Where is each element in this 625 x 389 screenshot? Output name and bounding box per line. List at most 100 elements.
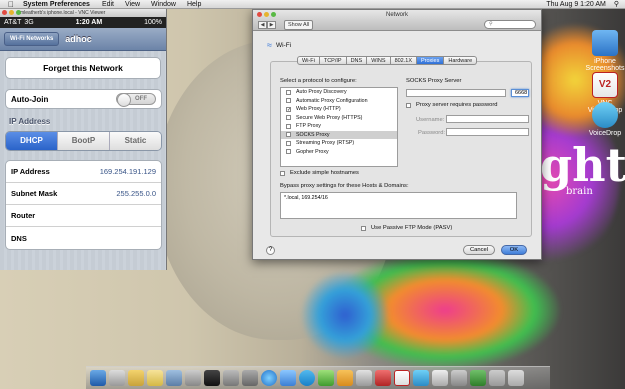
app-icon[interactable]	[375, 370, 391, 386]
forget-network-button[interactable]: Forget this Network	[5, 57, 161, 79]
minimize-button[interactable]	[9, 10, 14, 15]
checkbox[interactable]	[361, 225, 366, 231]
menubar-clock[interactable]: Thu Aug 9 1:20 AM	[546, 0, 606, 9]
checkbox-checked[interactable]	[286, 106, 291, 112]
spotlight-icon[interactable]: ⚲	[614, 0, 619, 9]
list-item[interactable]: Streaming Proxy (RTSP)	[281, 139, 397, 148]
terminal-icon[interactable]	[204, 370, 220, 386]
exclude-simple-row[interactable]: Exclude simple hostnames	[280, 170, 359, 176]
protocol-label: FTP Proxy	[296, 123, 321, 129]
socks-port-field[interactable]: 6668	[511, 89, 529, 97]
checkbox[interactable]	[286, 123, 291, 129]
checkbox[interactable]	[286, 140, 291, 146]
activity-monitor-icon[interactable]	[223, 370, 239, 386]
bypass-label: Bypass proxy settings for these Hosts & …	[280, 183, 409, 189]
menu-window[interactable]: Window	[151, 0, 176, 9]
desktop-icon-label: VoiceDrop	[588, 130, 622, 137]
pasv-row[interactable]: Use Passive FTP Mode (PASV)	[361, 225, 452, 231]
tab-hardware[interactable]: Hardware	[444, 56, 478, 65]
desktop-icon-voicedrop[interactable]: VoiceDrop	[585, 102, 625, 137]
protocol-label: Streaming Proxy (RTSP)	[296, 140, 355, 146]
password-label: Password:	[418, 130, 446, 136]
zoom-button[interactable]	[16, 10, 21, 15]
messages-icon[interactable]	[318, 370, 334, 386]
apple-menu-icon[interactable]: 	[8, 0, 14, 9]
show-all-button[interactable]: Show All	[284, 20, 314, 30]
trash-icon[interactable]	[508, 370, 524, 386]
segment-bootp[interactable]: BootP	[57, 132, 109, 150]
zoom-button[interactable]	[271, 12, 276, 17]
minimize-button[interactable]	[264, 12, 269, 17]
table-row[interactable]: DNS	[6, 227, 161, 249]
back-arrow-icon[interactable]: ◀	[258, 21, 267, 29]
app-icon[interactable]	[356, 370, 372, 386]
help-button[interactable]: ?	[266, 246, 275, 255]
calendar-icon[interactable]	[109, 370, 125, 386]
close-button[interactable]	[257, 12, 262, 17]
stickies-icon[interactable]	[147, 370, 163, 386]
skype-icon[interactable]	[299, 370, 315, 386]
desktop-icon-screenshots[interactable]: iPhone Screenshots	[585, 30, 625, 72]
utility-icon[interactable]	[242, 370, 258, 386]
list-item[interactable]: FTP Proxy	[281, 122, 397, 131]
checkbox[interactable]	[406, 102, 411, 108]
network-preferences-window: Network ◀ ▶ Show All ⚲ ≈ Wi-Fi Wi-Fi TCP…	[252, 9, 542, 260]
back-button-wifi-networks[interactable]: Wi-Fi Networks	[4, 32, 60, 46]
menu-app-name[interactable]: System Preferences	[23, 0, 90, 9]
table-row[interactable]: Subnet Mask 255.255.0.0	[6, 183, 161, 205]
search-field[interactable]: ⚲	[484, 20, 536, 29]
tab-8021x[interactable]: 802.1X	[390, 56, 417, 65]
checkbox[interactable]	[286, 89, 291, 95]
mail-icon[interactable]	[280, 370, 296, 386]
checkbox[interactable]	[286, 115, 291, 121]
checkbox[interactable]	[286, 98, 291, 104]
requires-password-row[interactable]: Proxy server requires password	[406, 102, 498, 108]
vnc-window-titlebar[interactable]: mleatherb's iphone.local - VNC Viewer	[0, 9, 166, 17]
menu-edit[interactable]: Edit	[102, 0, 114, 9]
list-item-selected[interactable]: SOCKS Proxy	[281, 130, 397, 139]
list-item[interactable]: Gopher Proxy	[281, 148, 397, 157]
system-preferences-icon[interactable]	[185, 370, 201, 386]
ok-button[interactable]: OK	[501, 245, 527, 255]
app-icon[interactable]	[451, 370, 467, 386]
list-item[interactable]: Secure Web Proxy (HTTPS)	[281, 114, 397, 123]
username-field[interactable]	[446, 115, 529, 123]
password-field[interactable]	[446, 128, 529, 136]
tab-proxies[interactable]: Proxies	[417, 56, 445, 65]
notes-icon[interactable]	[128, 370, 144, 386]
table-row[interactable]: IP Address 169.254.191.129	[6, 161, 161, 183]
vnc-viewer-dock-icon[interactable]	[394, 370, 410, 386]
downloads-stack-icon[interactable]	[470, 370, 486, 386]
autojoin-toggle[interactable]: OFF	[116, 93, 156, 107]
cancel-button[interactable]: Cancel	[463, 245, 495, 255]
checkbox[interactable]	[286, 149, 291, 155]
tab-dns[interactable]: DNS	[346, 56, 368, 65]
window-controls	[257, 12, 276, 17]
list-item[interactable]: Auto Proxy Discovery	[281, 88, 397, 97]
bypass-textarea[interactable]: *.local, 169.254/16	[280, 192, 517, 219]
finder-icon[interactable]	[90, 370, 106, 386]
list-item[interactable]: Web Proxy (HTTP)	[281, 105, 397, 114]
menu-help[interactable]: Help	[187, 0, 201, 9]
safari-icon[interactable]	[261, 370, 277, 386]
tab-wifi[interactable]: Wi-Fi	[297, 56, 320, 65]
checkbox[interactable]	[286, 132, 291, 138]
segment-static[interactable]: Static	[109, 132, 161, 150]
documents-stack-icon[interactable]	[489, 370, 505, 386]
itunes-icon[interactable]	[337, 370, 353, 386]
close-button[interactable]	[2, 10, 7, 15]
autojoin-label: Auto-Join	[11, 94, 49, 104]
app-icon[interactable]	[432, 370, 448, 386]
table-row[interactable]: Router	[6, 205, 161, 227]
voicedrop-dock-icon[interactable]	[413, 370, 429, 386]
network-window-titlebar[interactable]: Network ◀ ▶ Show All ⚲	[253, 10, 541, 31]
forward-arrow-icon[interactable]: ▶	[267, 21, 276, 29]
socks-server-field[interactable]	[406, 89, 506, 97]
list-item[interactable]: Automatic Proxy Configuration	[281, 97, 397, 106]
preview-icon[interactable]	[166, 370, 182, 386]
tab-tcpip[interactable]: TCP/IP	[319, 56, 347, 65]
tab-wins[interactable]: WINS	[367, 56, 391, 65]
checkbox[interactable]	[280, 170, 285, 176]
menu-view[interactable]: View	[125, 0, 140, 9]
segment-dhcp[interactable]: DHCP	[6, 132, 57, 150]
